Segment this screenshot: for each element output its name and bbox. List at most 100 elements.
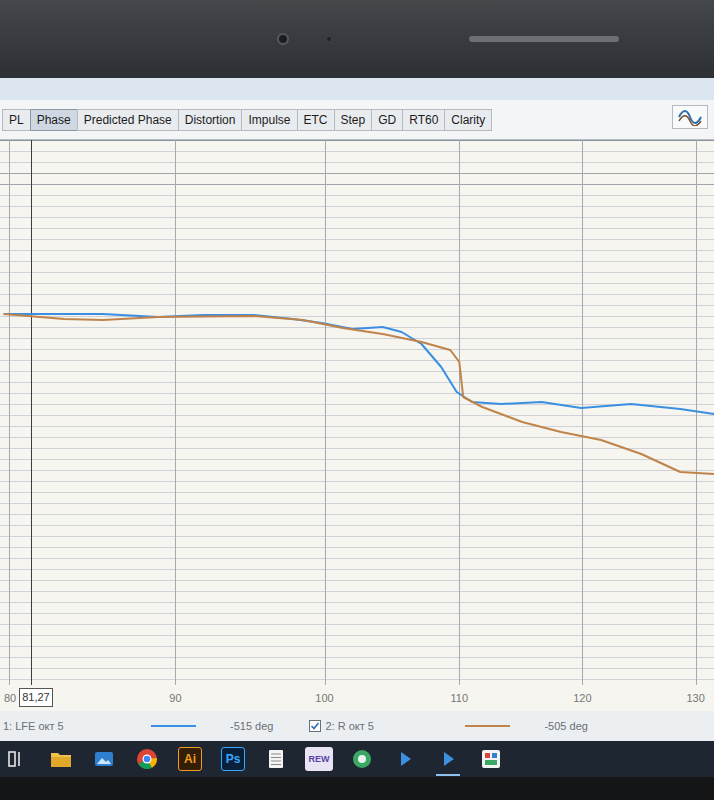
arrow-icon [393, 747, 417, 771]
series-checkbox[interactable] [309, 720, 321, 732]
plot-top-border [0, 140, 714, 141]
plot-area [0, 140, 714, 685]
grid-line [0, 360, 714, 361]
grid-line [0, 162, 714, 163]
globe-shape [353, 750, 371, 768]
tab-list: PLPhasePredicted PhaseDistortionImpulseE… [2, 109, 491, 139]
app-shape [485, 753, 490, 758]
arrow-shape [401, 752, 411, 766]
grid-line [0, 525, 714, 526]
series-swatch [151, 725, 196, 727]
tab[interactable]: RT60 [402, 109, 445, 131]
start-shape [9, 752, 15, 766]
folder-shape [51, 753, 71, 767]
tab[interactable]: PL [2, 109, 31, 131]
notepad-line [271, 757, 281, 758]
tab[interactable]: Predicted Phase [77, 109, 179, 131]
grid-line [0, 591, 714, 592]
legend-item: 1: LFE окт 5-515 deg [3, 718, 309, 735]
photos-icon [92, 747, 116, 771]
taskbar-item[interactable] [261, 744, 291, 774]
grid-line [0, 338, 714, 339]
bezel-bar [469, 36, 619, 42]
grid-line [0, 536, 714, 537]
taskbar-item[interactable] [347, 744, 377, 774]
grid-line [0, 426, 714, 427]
grid-line [0, 657, 714, 658]
grid-line [0, 624, 714, 625]
grid-line [0, 646, 714, 647]
check-icon [310, 721, 320, 731]
taskbar-item[interactable]: Ai [175, 744, 205, 774]
chrome-shape [137, 749, 157, 769]
grid-line [0, 679, 714, 680]
chrome-shape [144, 756, 151, 763]
axis-tick-label: 120 [573, 690, 591, 707]
taskbar-item[interactable] [3, 744, 33, 774]
folder-icon [49, 747, 73, 771]
wave-icon[interactable] [672, 105, 708, 129]
grid-line [0, 470, 714, 471]
grid-line [0, 217, 714, 218]
arrow-shape [444, 752, 454, 766]
tab[interactable]: GD [371, 109, 403, 131]
grid-line [0, 459, 714, 460]
grid-line [0, 151, 714, 152]
grid-line [696, 140, 697, 685]
taskbar-item[interactable]: Ps [218, 744, 248, 774]
grid-line [0, 371, 714, 372]
grid-line [325, 140, 326, 685]
taskbar-item[interactable] [433, 744, 463, 774]
chrome-icon [135, 747, 159, 771]
tab[interactable]: Clarity [444, 109, 492, 131]
taskbar-item[interactable] [89, 744, 119, 774]
folder-shape [51, 757, 71, 767]
axis-tick-label: 100 [315, 690, 333, 707]
grid-line [0, 547, 714, 548]
tab[interactable]: Impulse [241, 109, 297, 131]
taskbar-item[interactable] [476, 744, 506, 774]
app-label-icon: REW [305, 747, 333, 771]
tab[interactable]: Distortion [178, 109, 243, 131]
tab[interactable]: ETC [297, 109, 335, 131]
grid-line [0, 305, 714, 306]
legend-item: 2: R окт 5-505 deg [309, 718, 623, 735]
grid-line [0, 569, 714, 570]
phase-line [4, 314, 714, 414]
chrome-shape [143, 755, 152, 764]
laptop-bezel-bottom [0, 775, 714, 800]
taskbar-item[interactable]: REW [304, 744, 334, 774]
grid-line [0, 668, 714, 669]
grid-line [0, 448, 714, 449]
grid-line [0, 404, 714, 405]
screen: PLPhasePredicted PhaseDistortionImpulseE… [0, 78, 714, 775]
legend: 1: LFE окт 5-515 deg2: R окт 5-505 deg [0, 711, 714, 741]
phase-chart[interactable] [0, 140, 714, 685]
grid-line [0, 173, 714, 174]
series-name: 2: R окт 5 [325, 718, 465, 735]
photos-shape [97, 758, 111, 764]
app-shape [485, 760, 497, 765]
grid-line [0, 602, 714, 603]
taskbar-item[interactable] [46, 744, 76, 774]
app-icon [479, 747, 503, 771]
grid-line [0, 239, 714, 240]
grid-line [0, 580, 714, 581]
tab-bar: PLPhasePredicted PhaseDistortionImpulseE… [0, 100, 714, 140]
taskbar-item[interactable] [390, 744, 420, 774]
laptop-bezel [0, 0, 714, 78]
taskbar-item[interactable] [132, 744, 162, 774]
grid-line [0, 250, 714, 251]
axis-tick-label: 90 [169, 690, 181, 707]
tab[interactable]: Phase [30, 109, 78, 131]
grid-line [459, 140, 460, 685]
grid-line [0, 415, 714, 416]
start-shape [18, 752, 20, 766]
grid-line [0, 481, 714, 482]
grid-line [0, 492, 714, 493]
tab[interactable]: Step [334, 109, 373, 131]
grid-line [175, 140, 176, 685]
grid-line [0, 316, 714, 317]
grid-line [0, 514, 714, 515]
grid-line [0, 393, 714, 394]
